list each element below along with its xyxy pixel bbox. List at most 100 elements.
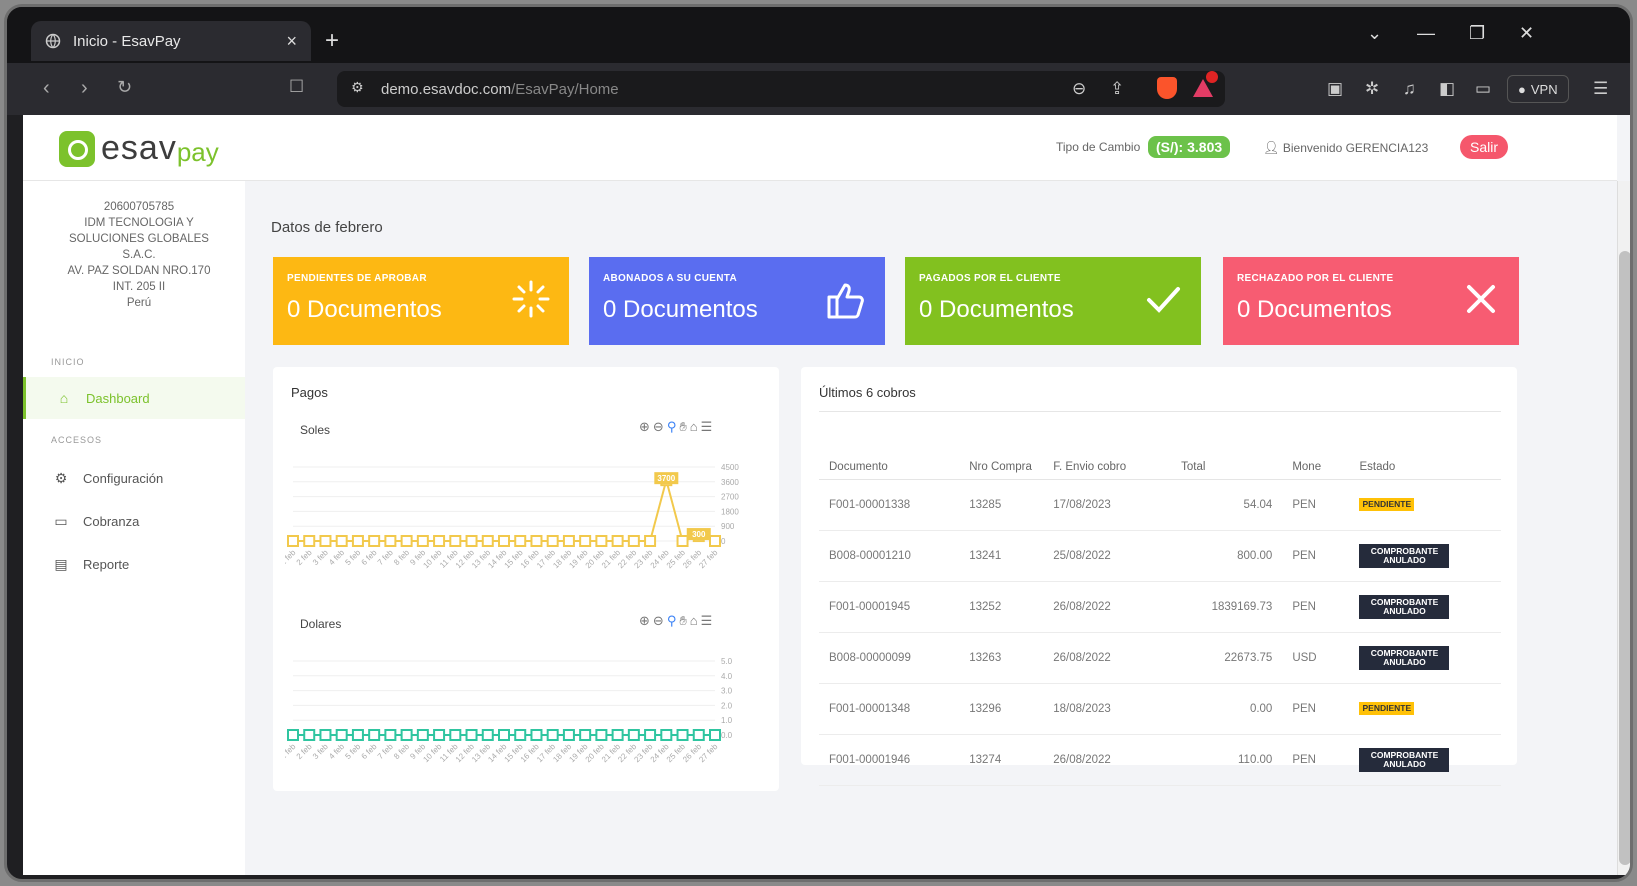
brave-shield-icon[interactable] (1157, 77, 1177, 99)
table-row[interactable]: F001-00001348 13296 18/08/2023 0.00 PEN PENDI… (819, 683, 1501, 735)
share-icon[interactable]: ⇪ (1110, 79, 1124, 99)
close-window-icon[interactable]: ✕ (1519, 23, 1534, 44)
company-info: 20600705785 IDM TECNOLOGIA Y SOLUCIONES … (23, 199, 255, 311)
data-point (303, 535, 316, 547)
data-point (481, 535, 494, 547)
data-point (546, 729, 559, 741)
card-pendientes[interactable]: PENDIENTES DE APROBAR 0 Documentos (273, 257, 569, 345)
chart-menu-icon[interactable]: ☰ (701, 613, 716, 628)
data-point (351, 535, 364, 547)
card-rechazados[interactable]: RECHAZADO POR EL CLIENTE 0 Documentos (1223, 257, 1519, 345)
zoom-select-icon[interactable]: ⚲ (667, 419, 680, 434)
col-nro-compra[interactable]: Nro Compra (959, 419, 1044, 480)
minimize-icon[interactable]: — (1417, 23, 1435, 44)
new-tab-icon[interactable]: + (325, 29, 339, 53)
col-documento[interactable]: Documento (819, 419, 960, 480)
page-scrollbar[interactable] (1617, 181, 1630, 875)
extensions-icon[interactable]: ✲ (1365, 79, 1379, 99)
col-moneda[interactable]: Mone (1282, 419, 1350, 480)
table-row[interactable]: F001-00001946 13274 26/08/2022 110.00 PEN COM… (819, 734, 1501, 786)
reset-zoom-icon[interactable]: ⌂ (690, 419, 701, 434)
data-point (709, 729, 721, 741)
pagos-panel: Pagos Soles ⊕⊖⚲✋︎⌂☰ 4500 3600 2700 1800 900 0… (273, 367, 779, 791)
data-point (579, 535, 592, 547)
status-badge: COMPROBANTE ANULADO (1359, 543, 1450, 568)
x-tick-label: 2 feb (295, 548, 314, 567)
zoom-out-icon[interactable]: ⊖ (653, 419, 667, 434)
cell-moneda: PEN (1282, 479, 1350, 531)
section-accesos-label: ACCESOS (51, 435, 103, 445)
sidebar-item-label: Configuración (83, 470, 164, 486)
reset-zoom-icon[interactable]: ⌂ (690, 613, 701, 628)
data-point (303, 729, 316, 741)
data-point (530, 729, 543, 741)
web-page: esav pay Tipo de Cambio (S/): 3.803 👤︎ B… (23, 115, 1630, 875)
data-point (319, 729, 332, 741)
x-tick-label: 4 feb (327, 548, 346, 567)
bookmark-icon[interactable]: ☐ (289, 77, 304, 97)
cell-total: 54.04 (1171, 479, 1283, 531)
data-point (416, 729, 429, 741)
sidebar-item-configuracion[interactable]: ⚙ Configuración (23, 457, 245, 499)
chart-menu-icon[interactable]: ☰ (701, 419, 716, 434)
x-tick-label: 7 feb (376, 742, 395, 761)
media-icon[interactable]: ♫ (1403, 79, 1416, 99)
cell-documento: F001-00001945 (819, 581, 960, 633)
close-tab-icon[interactable]: × (286, 31, 297, 52)
table-row[interactable]: F001-00001945 13252 26/08/2022 1839169.73 PE… (819, 581, 1501, 633)
card-pagados[interactable]: PAGADOS POR EL CLIENTE 0 Documentos (905, 257, 1201, 345)
address-bar[interactable]: demo.esavdoc.com/EsavPay/Home (337, 71, 1225, 107)
zoom-in-icon[interactable]: ⊕ (639, 613, 653, 628)
zoom-out-icon[interactable]: ⊖ (653, 613, 667, 628)
chevron-down-icon[interactable]: ⌄ (1367, 23, 1382, 44)
cell-fecha: 26/08/2022 (1043, 734, 1172, 786)
forward-icon[interactable]: › (81, 77, 88, 100)
data-point (595, 535, 608, 547)
data-point (692, 729, 705, 741)
sidebar-item-dashboard[interactable]: ⌂ Dashboard (23, 377, 245, 419)
cell-nro-compra: 13285 (959, 479, 1044, 531)
table-row[interactable]: B008-00000099 13263 26/08/2022 22673.75 USD C… (819, 632, 1501, 684)
translate-icon[interactable]: ▣ (1327, 79, 1343, 99)
x-tick-label: 8 feb (392, 742, 411, 761)
company-ruc: 20600705785 (103, 201, 175, 213)
zoom-icon[interactable]: ⊖ (1072, 79, 1086, 99)
logout-button[interactable]: Salir (1460, 135, 1509, 159)
cell-moneda: USD (1282, 632, 1350, 684)
esavpay-logo[interactable]: esav pay (59, 129, 219, 168)
user-icon: 👤︎ (1263, 140, 1280, 155)
table-row[interactable]: B008-00001210 13241 25/08/2022 800.00 PEN COM… (819, 530, 1501, 582)
data-point (676, 535, 689, 547)
col-estado[interactable]: Estado (1349, 419, 1501, 480)
pan-icon[interactable]: ✋︎ (679, 613, 689, 628)
cell-total: 110.00 (1171, 734, 1283, 786)
cell-total: 0.00 (1171, 683, 1283, 735)
menu-icon[interactable]: ☰ (1593, 79, 1608, 99)
y-tick-label: 3.0 (721, 687, 733, 696)
card-abonados[interactable]: ABONADOS A SU CUENTA 0 Documentos (589, 257, 885, 345)
reload-icon[interactable]: ↻ (117, 77, 132, 98)
cell-nro-compra: 13263 (959, 632, 1044, 684)
browser-tab[interactable]: Inicio - EsavPay × (31, 21, 311, 61)
col-total[interactable]: Total (1171, 419, 1283, 480)
logo-sub-text: pay (176, 137, 219, 167)
cell-total: 1839169.73 (1171, 581, 1283, 633)
pan-icon[interactable]: ✋︎ (679, 419, 689, 434)
back-icon[interactable]: ‹ (43, 77, 50, 100)
sidebar-item-reporte[interactable]: ▤ Reporte (23, 543, 245, 585)
table-row[interactable]: F001-00001338 13285 17/08/2023 54.04 PEN PEND… (819, 479, 1501, 531)
col-fecha[interactable]: F. Envio cobro (1043, 419, 1172, 480)
site-settings-icon[interactable]: ⚙ (351, 79, 364, 96)
restore-icon[interactable]: ❐ (1469, 23, 1485, 44)
zoom-in-icon[interactable]: ⊕ (639, 419, 653, 434)
sidebar-icon[interactable]: ◧ (1439, 79, 1455, 99)
vpn-button[interactable]: ● VPN (1507, 75, 1569, 103)
series-line (293, 476, 716, 543)
scrollbar-thumb[interactable] (1619, 251, 1630, 865)
tab-title: Inicio - EsavPay (73, 32, 181, 50)
wallet-icon[interactable]: ▭ (1475, 79, 1491, 99)
zoom-select-icon[interactable]: ⚲ (667, 613, 680, 628)
y-tick-label: 1800 (721, 507, 739, 516)
sidebar-item-cobranza[interactable]: ▭ Cobranza (23, 500, 245, 542)
browser-toolbar: ‹ › ↻ ☐ demo.esavdoc.com/EsavPay/Home ⚙ … (7, 63, 1630, 115)
